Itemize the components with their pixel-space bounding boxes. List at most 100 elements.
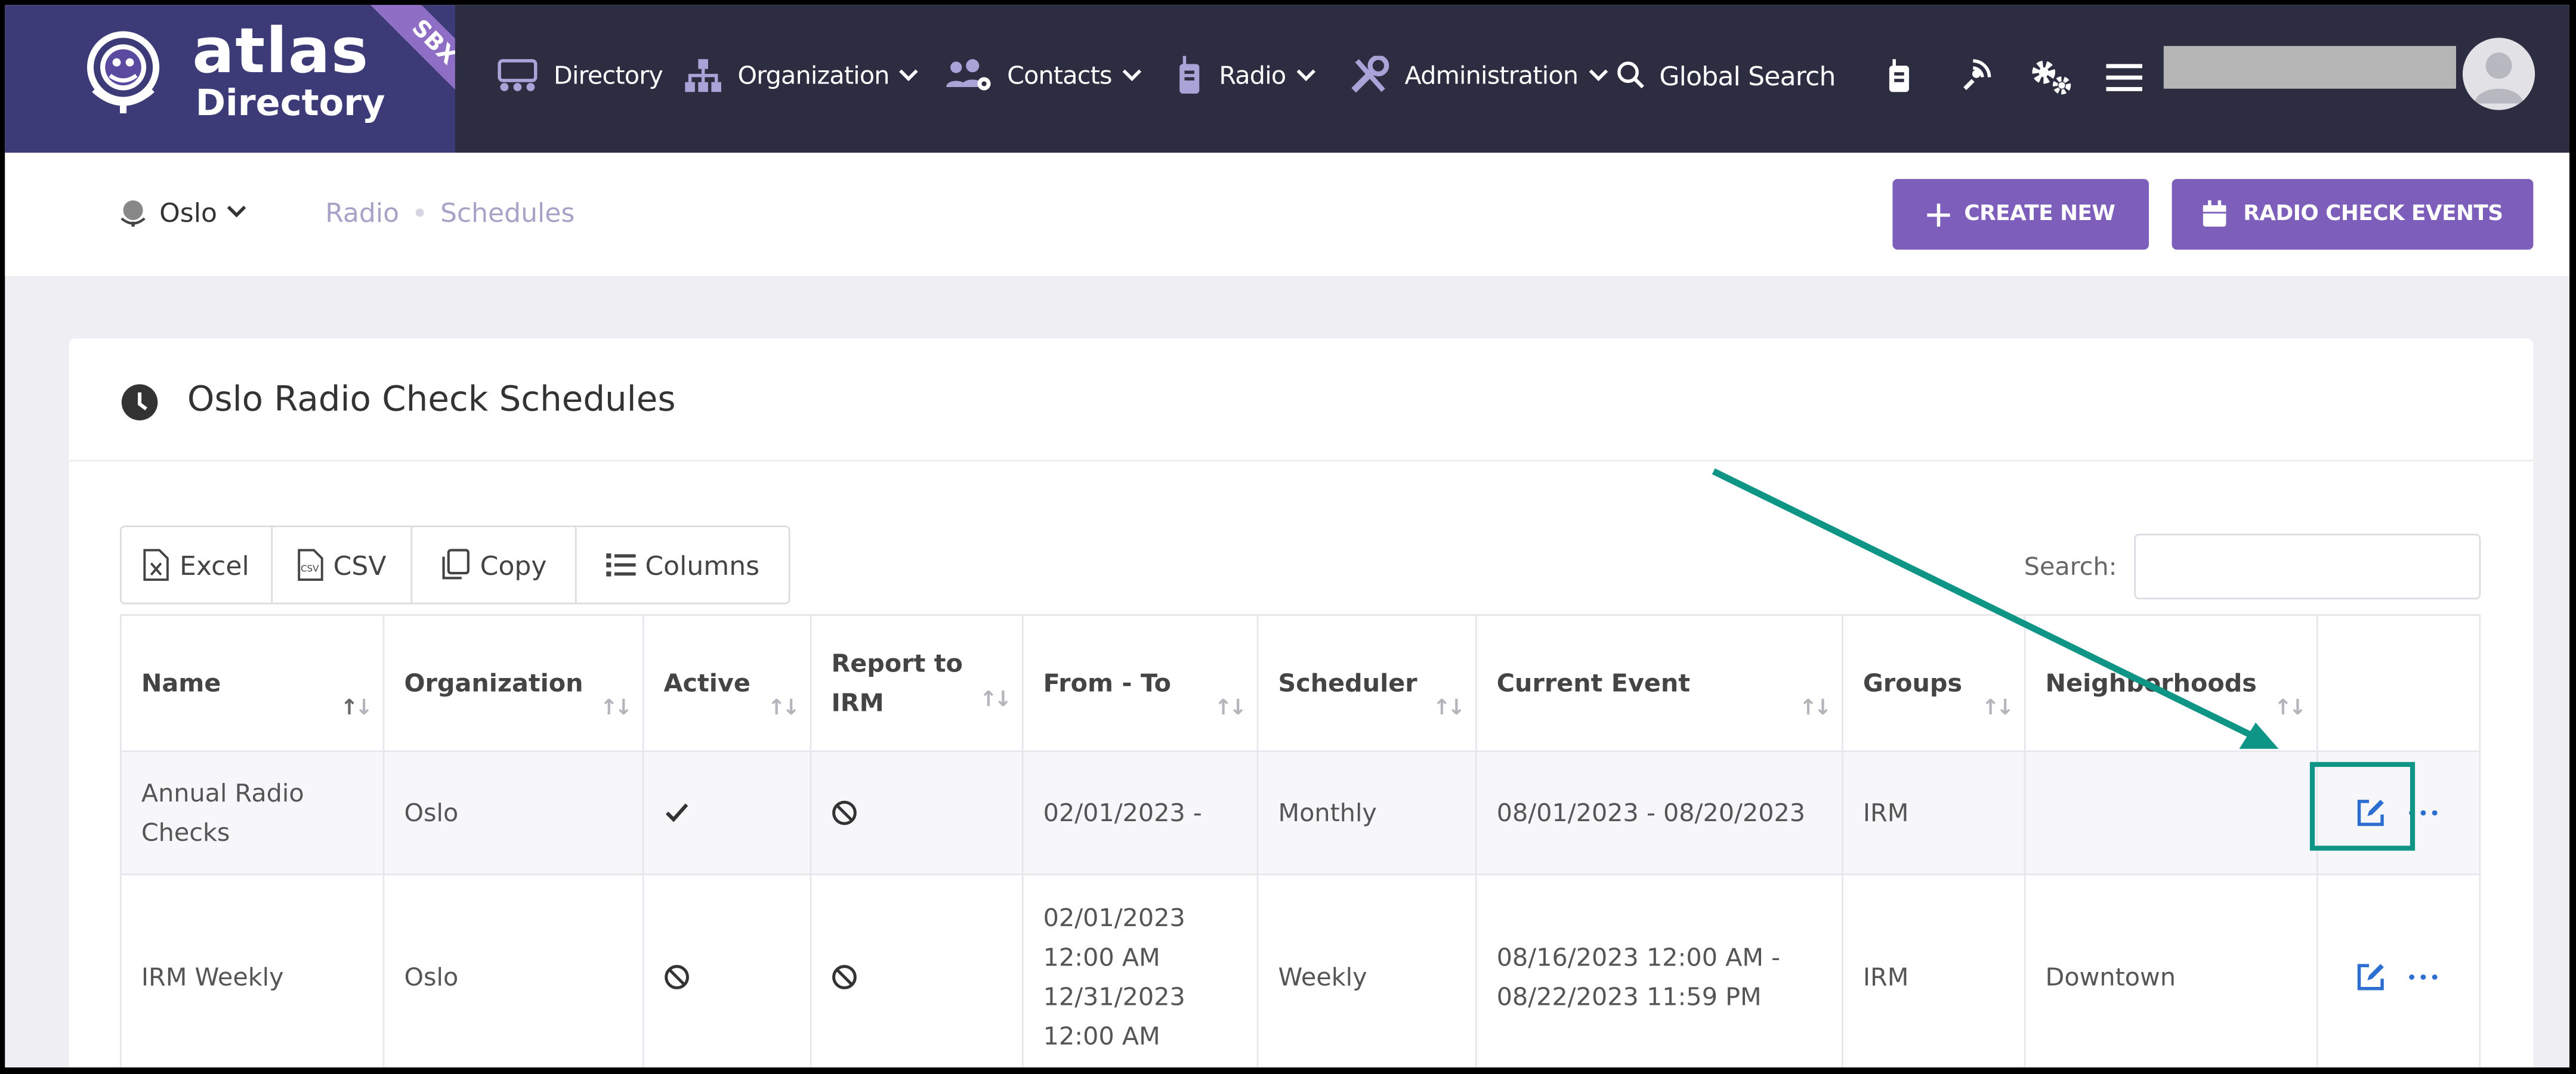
avatar[interactable] (2462, 38, 2535, 110)
cell-current-event: 08/16/2023 12:00 AM - 08/22/2023 11:59 P… (1475, 875, 1842, 1067)
header-current-event[interactable]: Current Event ↑↓ (1475, 615, 1842, 751)
breadcrumb-separator (415, 208, 424, 217)
header-current-event-label: Current Event (1496, 668, 1691, 698)
excel-file-icon (144, 549, 169, 581)
header-active[interactable]: Active ↑↓ (642, 615, 810, 751)
location-label: Oslo (159, 196, 217, 228)
radio-check-events-label: RADIO CHECK EVENTS (2243, 202, 2503, 227)
nav-administration[interactable]: Administration (1349, 54, 1621, 97)
sort-icon: ↑↓ (1799, 696, 1831, 721)
sort-icon: ↑↓ (1981, 696, 2014, 721)
radio-icon (1179, 55, 1200, 94)
nav-radio[interactable]: Radio (1173, 54, 1329, 97)
csv-label: CSV (333, 549, 387, 581)
globe-icon (121, 200, 146, 227)
nav-directory[interactable]: Directory (495, 54, 663, 97)
edit-icon[interactable] (2354, 961, 2387, 993)
cell-name: IRM Weekly (120, 875, 383, 1067)
card-header: Oslo Radio Check Schedules (69, 338, 2534, 462)
row2-from-line1: 02/01/2023 (1043, 903, 1185, 933)
ban-icon (832, 965, 857, 989)
chevron-down-icon (1296, 69, 1315, 82)
logo-word-directory: Directory (195, 83, 385, 125)
cell-actions (2316, 875, 2481, 1067)
breadcrumb-radio[interactable]: Radio (325, 197, 399, 228)
clock-icon (121, 384, 158, 420)
tools-icon (1351, 55, 1389, 93)
cell-organization: Oslo (382, 752, 643, 874)
header-report-line2: IRM (831, 688, 884, 718)
radio-check-events-button[interactable]: RADIO CHECK EVENTS (2172, 179, 2534, 250)
page-title: Oslo Radio Check Schedules (187, 379, 676, 419)
chevron-down-icon (1588, 69, 1607, 82)
cell-groups: IRM (1842, 875, 2024, 1067)
row1-name-line1: Annual Radio (141, 778, 304, 808)
cell-scheduler: Monthly (1256, 752, 1475, 874)
satellite-icon[interactable] (1953, 57, 1993, 97)
chevron-down-icon (227, 206, 246, 218)
excel-button[interactable]: Excel (122, 527, 273, 603)
header-actions (2316, 615, 2481, 751)
sort-asc-icon: ↑↓ (340, 696, 373, 721)
nav-organization-label: Organization (737, 60, 889, 91)
calendar-icon (2204, 200, 2227, 227)
check-icon (665, 803, 688, 822)
header-organization[interactable]: Organization ↑↓ (382, 615, 643, 751)
row2-from-line4: 12:00 AM (1043, 1021, 1160, 1051)
copy-icon (443, 549, 470, 580)
row2-event-line2: 08/22/2023 11:59 PM (1496, 982, 1762, 1012)
csv-file-icon: CSV (297, 549, 323, 581)
header-from-to-label: From - To (1043, 668, 1172, 698)
sort-icon: ↑↓ (1432, 696, 1465, 721)
nav-directory-label: Directory (554, 60, 663, 91)
table-row: IRM Weekly Oslo 02/01/2023 12:00 AM 12/3… (120, 875, 2481, 1067)
cell-organization: Oslo (382, 875, 643, 1067)
contacts-icon (946, 59, 991, 91)
header-neighborhoods[interactable]: Neighborhoods ↑↓ (2024, 615, 2316, 751)
nav-global-search-label: Global Search (1659, 60, 1836, 91)
cell-name: Annual Radio Checks (120, 752, 383, 874)
header-active-label: Active (663, 668, 750, 698)
header-neighborhoods-label: Neighborhoods (2045, 668, 2257, 698)
sort-icon: ↑↓ (979, 688, 1012, 713)
walkie-talkie-icon[interactable] (1879, 57, 1919, 97)
header-groups[interactable]: Groups ↑↓ (1842, 615, 2024, 751)
csv-button[interactable]: CSV CSV (273, 527, 413, 603)
search-input[interactable] (2134, 533, 2481, 600)
copy-label: Copy (480, 549, 547, 581)
sort-icon: ↑↓ (767, 696, 800, 721)
create-new-label: CREATE NEW (1964, 202, 2115, 227)
cell-report-to-irm (810, 875, 1022, 1067)
logo-word-atlas: atlas (192, 14, 369, 87)
row2-event-line1: 08/16/2023 12:00 AM - (1496, 942, 1781, 973)
page-subheader: Oslo Radio Schedules CREATE NEW RADIO CH… (5, 153, 2569, 276)
copy-button[interactable]: Copy (412, 527, 577, 603)
schedules-card: Oslo Radio Check Schedules Excel CSV CSV… (69, 338, 2534, 1067)
location-selector[interactable]: Oslo (117, 196, 247, 228)
cell-groups: IRM (1842, 752, 2024, 874)
cell-current-event: 08/01/2023 - 08/20/2023 (1475, 752, 1842, 874)
header-scheduler[interactable]: Scheduler ↑↓ (1256, 615, 1475, 751)
table-row: Annual Radio Checks Oslo 02/01/2023 - Mo… (120, 752, 2481, 875)
directory-icon (498, 59, 538, 91)
header-groups-label: Groups (1862, 668, 1963, 698)
app-logo[interactable]: atlas Directory SBX (5, 5, 455, 153)
nav-organization[interactable]: Organization (682, 54, 932, 97)
nav-contacts-label: Contacts (1007, 60, 1112, 91)
columns-label: Columns (645, 549, 760, 581)
header-name[interactable]: Name ↑↓ (120, 615, 383, 751)
settings-gears-icon[interactable] (2027, 57, 2077, 97)
nav-global-search[interactable]: Global Search (1617, 54, 1836, 97)
more-options-icon[interactable] (2407, 972, 2439, 982)
header-report-to-irm[interactable]: Report to IRM ↑↓ (810, 615, 1022, 751)
cell-scheduler: Weekly (1256, 875, 1475, 1067)
chevron-down-icon (1122, 69, 1141, 82)
header-from-to[interactable]: From - To ↑↓ (1021, 615, 1257, 751)
create-new-button[interactable]: CREATE NEW (1892, 179, 2149, 250)
nav-contacts[interactable]: Contacts (944, 54, 1154, 97)
columns-button[interactable]: Columns (577, 527, 789, 603)
menu-icon[interactable] (2105, 57, 2144, 97)
cell-neighborhoods: Downtown (2024, 875, 2316, 1067)
header-scheduler-label: Scheduler (1278, 668, 1417, 698)
nav-radio-label: Radio (1219, 60, 1286, 91)
